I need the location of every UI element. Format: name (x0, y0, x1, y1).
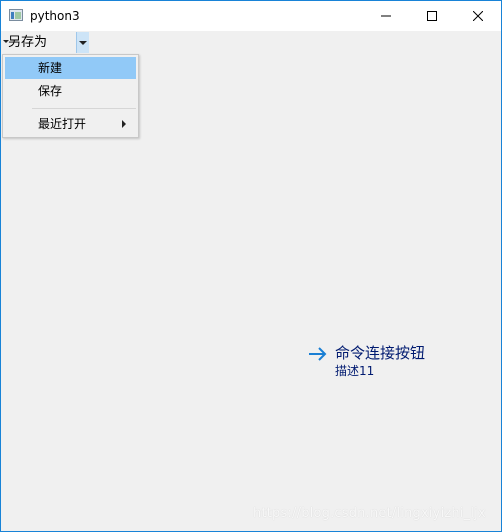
window-title: python3 (30, 9, 80, 23)
arrow-right-icon (309, 347, 327, 361)
maximize-icon (427, 11, 437, 21)
app-window-icon (9, 9, 23, 21)
minimize-icon (381, 15, 391, 17)
popup-menu: 新建 保存 最近打开 (2, 54, 139, 138)
save-as-menu-button[interactable]: 另存为 (2, 32, 89, 53)
title-bar[interactable]: python3 (1, 1, 501, 31)
chevron-down-icon (79, 41, 87, 45)
chevron-right-icon (122, 120, 126, 128)
menu-item-recent[interactable]: 最近打开 (5, 113, 136, 135)
close-icon (473, 11, 483, 21)
watermark-text: https://blog.csdn.net/lingxiyizhi_ljx (253, 506, 486, 521)
command-link-title: 命令连接按钮 (335, 344, 426, 362)
menu-item-save[interactable]: 保存 (5, 80, 136, 102)
command-link-description: 描述11 (335, 364, 375, 378)
app-window: python3 另存为 新建 保存 最近打开 命令连接按钮 描述11 https… (0, 0, 502, 532)
command-link-button[interactable]: 命令连接按钮 描述11 (306, 341, 466, 381)
menu-item-label: 新建 (38, 61, 63, 75)
minimize-button[interactable] (363, 1, 409, 31)
dropdown-toggle[interactable] (76, 32, 89, 53)
close-button[interactable] (455, 1, 501, 31)
menu-item-label: 保存 (38, 84, 63, 98)
save-as-label: 另存为 (8, 35, 48, 50)
maximize-button[interactable] (409, 1, 455, 31)
menu-item-new[interactable]: 新建 (5, 57, 136, 79)
menu-item-label: 最近打开 (38, 117, 87, 131)
menu-separator (32, 108, 136, 109)
